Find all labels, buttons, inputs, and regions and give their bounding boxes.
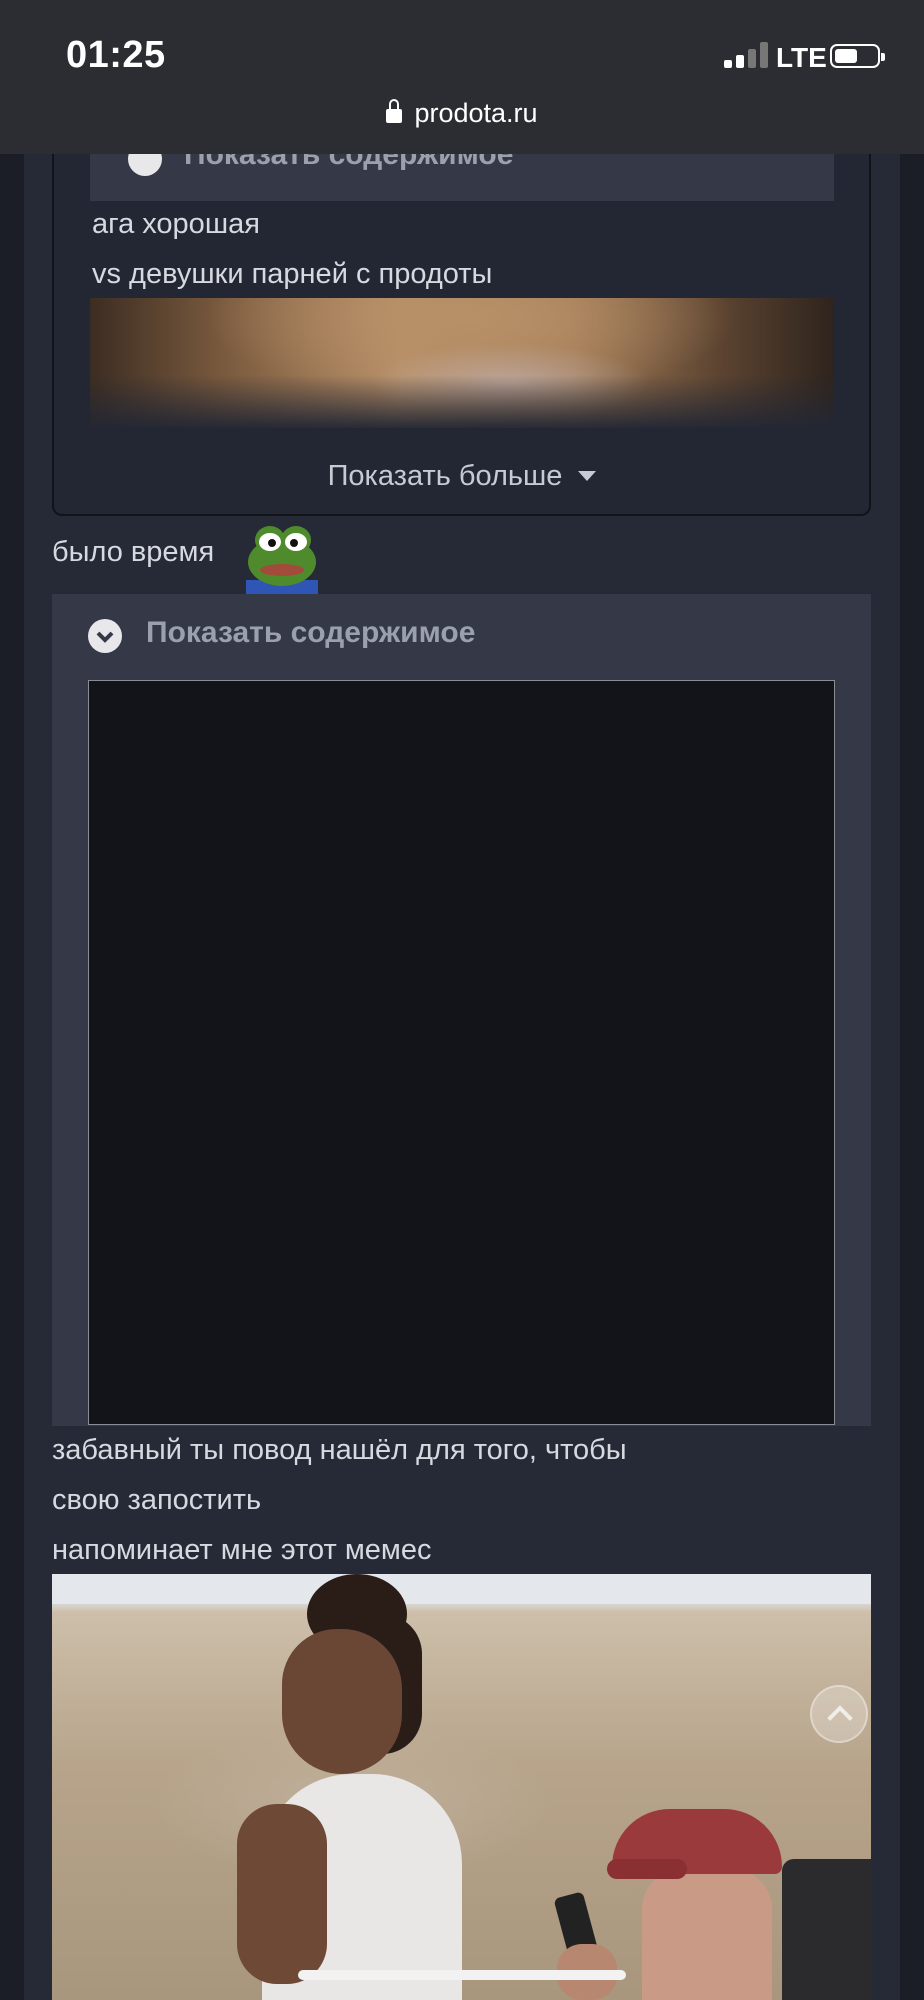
show-more-button[interactable]: Показать больше	[0, 460, 924, 493]
clock: 01:25	[66, 34, 166, 76]
pepe-emoji	[246, 526, 318, 594]
signal-icon	[724, 42, 768, 68]
battery-icon	[830, 44, 885, 68]
post-line-1: было время	[52, 536, 215, 568]
url-bar[interactable]: prodota.ru	[0, 98, 924, 129]
network-label: LTE	[776, 42, 827, 73]
scroll-to-top-button[interactable]	[810, 1685, 868, 1743]
home-indicator[interactable]	[298, 1970, 626, 1980]
spoiler-header[interactable]: Показать содержимое	[52, 594, 871, 678]
chevron-down-icon	[88, 619, 122, 653]
spoiler-label: Показать содержимое	[146, 616, 476, 649]
lock-icon	[386, 99, 403, 123]
post-line-2: забавный ты повод нашёл для того, чтобы	[52, 1434, 627, 1466]
show-more-label: Показать больше	[327, 460, 563, 492]
caret-down-icon	[578, 471, 597, 481]
chevron-down-icon	[128, 154, 162, 176]
beach-photo[interactable]	[52, 1574, 871, 2000]
spoiler-label: Показать содержимое	[184, 154, 514, 171]
status-bar: 01:25 LTE prodota.ru	[0, 0, 924, 154]
spoiler-header[interactable]: Показать содержимое	[90, 154, 834, 201]
post-line-4: напоминает мне этот мемес	[52, 1534, 432, 1566]
url-text: prodota.ru	[414, 98, 538, 128]
quote-line-1: ага хорошая	[92, 208, 260, 240]
spoiler-image[interactable]	[88, 680, 835, 1425]
quote-line-2: vs девушки парней с продоты	[92, 258, 493, 290]
image-fade	[90, 375, 834, 430]
post-line-3: свою запостить	[52, 1484, 262, 1516]
